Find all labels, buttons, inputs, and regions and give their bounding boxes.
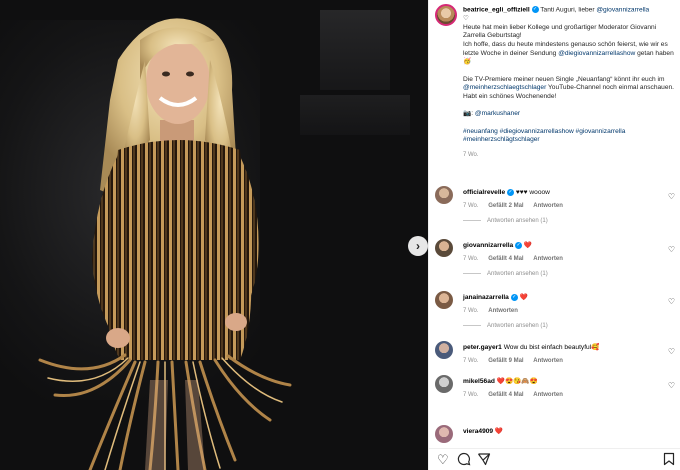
- comment-heart-icon[interactable]: ♡: [668, 381, 675, 390]
- comment-time[interactable]: 7 Wo.: [463, 256, 479, 262]
- post-detail-panel: beatrice_egli_offiziell ✓ Tanti Auguri, …: [428, 0, 680, 470]
- view-replies-button[interactable]: Antworten ansehen (1): [463, 217, 663, 226]
- chevron-right-icon: ›: [416, 239, 420, 253]
- post-action-bar: ♡: [429, 448, 680, 470]
- hashtags[interactable]: #neuanfang #diegiovannizarrellashow #gio…: [463, 128, 625, 144]
- commenter-username[interactable]: janainazarrella: [463, 294, 509, 301]
- comment-likes[interactable]: Gefällt 9 Mal: [488, 358, 523, 364]
- next-photo-button[interactable]: ›: [408, 236, 428, 256]
- commenter-username[interactable]: viera4909: [463, 428, 493, 435]
- commenter-avatar[interactable]: [435, 186, 453, 204]
- commenter-avatar[interactable]: [435, 341, 453, 359]
- caption-text: YouTube-Channel noch einmal anschauen.: [546, 84, 674, 92]
- commenter-username[interactable]: peter.gayer1: [463, 344, 502, 351]
- comment-likes[interactable]: Gefällt 4 Mal: [488, 392, 523, 398]
- view-replies-button[interactable]: Antworten ansehen (1): [463, 270, 663, 279]
- view-replies-label: Antworten ansehen (1): [487, 271, 548, 277]
- comment-text: ♥♥♥ wooow: [515, 189, 550, 196]
- commenter-username[interactable]: officialrevelle: [463, 189, 505, 196]
- mention-link[interactable]: @diegiovannizarrellashow: [558, 50, 635, 57]
- caption-text: Heute hat mein lieber Kollege und großar…: [463, 23, 657, 40]
- caption-text: Habt ein schönes Wochenende!: [463, 93, 557, 101]
- comment-time[interactable]: 7 Wo.: [463, 358, 479, 364]
- mention-link[interactable]: @meinherzschlaegtschlager: [463, 84, 546, 91]
- post-caption: beatrice_egli_offiziell ✓ Tanti Auguri, …: [463, 6, 675, 168]
- heart-icon[interactable]: ♡: [437, 452, 449, 468]
- view-replies-label: Antworten ansehen (1): [487, 323, 548, 329]
- comment-icon[interactable]: [457, 452, 471, 470]
- send-icon[interactable]: [477, 452, 491, 470]
- mention-link[interactable]: @markushaner: [475, 110, 520, 117]
- comment-heart-icon[interactable]: ♡: [668, 192, 675, 201]
- commenter-avatar[interactable]: [435, 425, 453, 443]
- comment-text: ❤️: [523, 242, 533, 249]
- commenter-username[interactable]: mikel56ad: [463, 378, 495, 385]
- verified-badge-icon: ✓: [515, 241, 523, 249]
- verified-badge-icon: ✓: [531, 6, 539, 13]
- view-replies-button[interactable]: Antworten ansehen (1): [463, 322, 663, 331]
- post-time[interactable]: 7 Wo.: [463, 151, 675, 160]
- reply-button[interactable]: Antworten: [533, 203, 563, 209]
- person-illustration: [38, 18, 292, 470]
- comment-text: ❤️: [519, 294, 528, 301]
- comment-heart-icon[interactable]: ♡: [668, 297, 675, 306]
- verified-badge-icon: ✓: [510, 293, 518, 301]
- commenter-username[interactable]: giovannizarrella: [463, 242, 513, 249]
- comment-likes[interactable]: Gefällt 2 Mal: [488, 203, 523, 209]
- caption-text: ♡: [463, 14, 469, 22]
- commenter-avatar[interactable]: [435, 375, 453, 393]
- comment-likes[interactable]: Gefällt 4 Mal: [488, 256, 523, 262]
- bookmark-icon[interactable]: [663, 452, 675, 470]
- camera-icon: 📷: [463, 110, 472, 118]
- reply-button[interactable]: Antworten: [533, 392, 563, 398]
- comment-heart-icon[interactable]: ♡: [668, 245, 675, 254]
- caption-text: Tanti Auguri, lieber: [540, 6, 597, 14]
- comment-text: Wow du bist einfach beautyful🥰: [503, 344, 600, 351]
- view-replies-label: Antworten ansehen (1): [487, 218, 548, 224]
- commenter-avatar[interactable]: [435, 239, 453, 257]
- mention-link[interactable]: @giovannizarrella: [596, 6, 649, 13]
- comment-time[interactable]: 7 Wo.: [463, 392, 479, 398]
- reply-button[interactable]: Antworten: [533, 358, 563, 364]
- author-username[interactable]: beatrice_egli_offiziell: [463, 6, 530, 13]
- comment-time[interactable]: 7 Wo.: [463, 308, 479, 314]
- author-avatar[interactable]: [435, 4, 457, 26]
- verified-badge-icon: ✓: [507, 188, 514, 196]
- reply-button[interactable]: Antworten: [533, 256, 563, 262]
- comment-time[interactable]: 7 Wo.: [463, 203, 479, 209]
- post-photo[interactable]: ›: [0, 0, 428, 470]
- comment-heart-icon[interactable]: ♡: [668, 347, 675, 356]
- reply-button[interactable]: Antworten: [488, 308, 518, 314]
- comment-text: ❤️😍😘🙈😍: [496, 378, 538, 385]
- caption-text: Die TV-Premiere meiner neuen Single „Neu…: [463, 75, 665, 83]
- comment-text: ❤️: [494, 428, 504, 435]
- commenter-avatar[interactable]: [435, 291, 453, 309]
